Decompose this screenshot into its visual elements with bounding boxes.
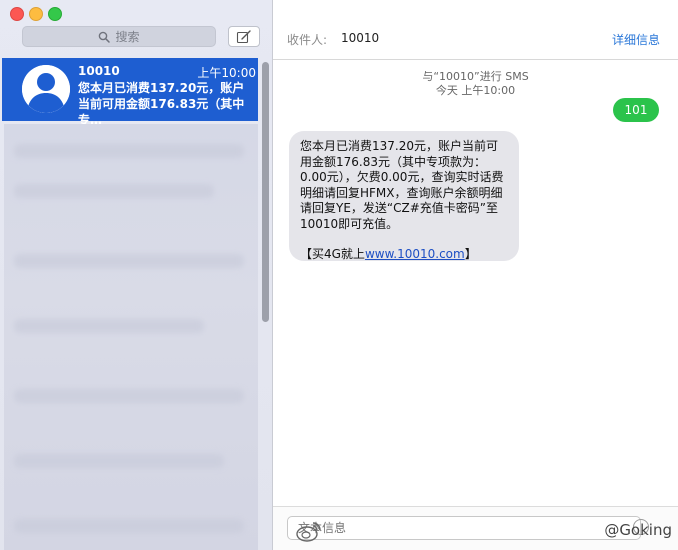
sidebar: 搜索 10010 上午10:00 您本月已消费137.20元，账户当前可用金额1… <box>0 0 273 550</box>
blurred-conversation-list <box>4 124 258 550</box>
date-line: 今天 上午10:00 <box>435 84 516 97</box>
blurred-row <box>14 184 214 198</box>
blurred-row <box>14 454 224 468</box>
minimize-window-button[interactable] <box>29 7 43 21</box>
recipient-value[interactable]: 10010 <box>341 31 379 45</box>
compose-button[interactable] <box>228 26 260 47</box>
close-window-button[interactable] <box>10 7 24 21</box>
search-field[interactable]: 搜索 <box>22 26 216 47</box>
outgoing-message-text: 101 <box>624 103 648 117</box>
promo-suffix: 】 <box>464 247 477 261</box>
message-input[interactable] <box>287 516 641 540</box>
titlebar: 搜索 <box>0 0 272 56</box>
person-silhouette-icon <box>22 65 70 113</box>
conversation-pane: 收件人: 10010 详细信息 与“10010”进行 SMS 今天 上午10:0… <box>273 0 678 550</box>
conversation-header: 收件人: 10010 详细信息 <box>273 0 678 60</box>
compose-icon <box>236 29 251 43</box>
watermark-text: @Goking <box>604 521 672 539</box>
recipient-label: 收件人: <box>287 33 328 47</box>
blurred-row <box>14 144 244 158</box>
blurred-row <box>14 389 244 403</box>
blurred-row <box>14 519 244 533</box>
promo-link[interactable]: www.10010.com <box>365 247 465 261</box>
outgoing-message-bubble[interactable]: 101 <box>613 98 659 122</box>
incoming-message-text: 您本月已消费137.20元，账户当前可用金额176.83元（其中专项款为：0.0… <box>300 139 504 231</box>
search-icon <box>99 31 111 43</box>
blurred-row <box>14 319 204 333</box>
details-link[interactable]: 详细信息 <box>612 31 660 48</box>
conversation-preview: 您本月已消费137.20元，账户当前可用金额176.83元（其中专… <box>78 81 245 127</box>
conversation-name: 10010 <box>78 64 120 78</box>
conversation-time: 上午10:00 <box>197 66 256 80</box>
blurred-row <box>14 254 244 268</box>
conversation-item-selected[interactable]: 10010 上午10:00 您本月已消费137.20元，账户当前可用金额176.… <box>2 58 258 127</box>
search-placeholder: 搜索 <box>115 30 140 44</box>
zoom-window-button[interactable] <box>48 7 62 21</box>
weibo-logo-icon <box>296 522 321 542</box>
contact-avatar <box>22 65 70 113</box>
promo-prefix: 【买4G就上 <box>300 247 365 261</box>
sidebar-scrollbar[interactable] <box>262 62 269 322</box>
incoming-promo-line: 【买4G就上www.10010.com】 <box>300 247 509 263</box>
messages-window: 搜索 10010 上午10:00 您本月已消费137.20元，账户当前可用金额1… <box>0 0 678 550</box>
incoming-message-bubble[interactable]: 您本月已消费137.20元，账户当前可用金额176.83元（其中专项款为：0.0… <box>289 131 519 261</box>
